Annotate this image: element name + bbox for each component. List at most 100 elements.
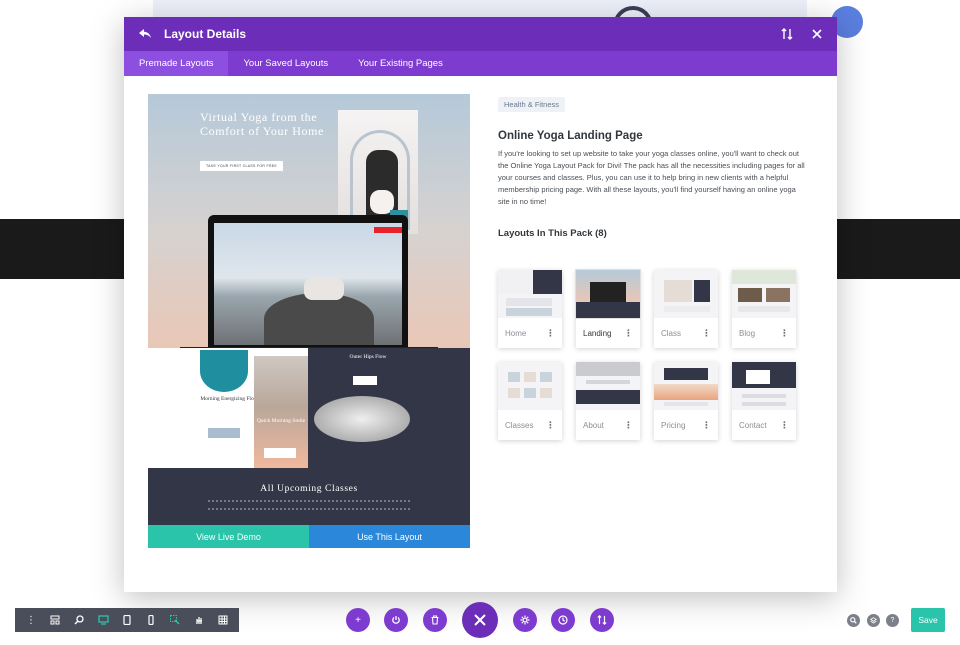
- save-button[interactable]: Save: [911, 608, 945, 632]
- view-mode-toolbar: ⋮: [15, 608, 167, 632]
- layout-card-blog[interactable]: Blog ⋮: [732, 270, 796, 348]
- layout-card-contact[interactable]: Contact ⋮: [732, 362, 796, 440]
- more-options-icon[interactable]: ⋮: [780, 421, 789, 430]
- wireframe-icon[interactable]: [43, 608, 67, 632]
- layout-thumbnail: [654, 270, 718, 318]
- preview-upcoming-text: [208, 500, 410, 510]
- preview-classes-section: Morning Energizing Flow Outer Hips Flow …: [148, 348, 470, 468]
- more-options-icon[interactable]: ⋮: [624, 421, 633, 430]
- sort-icon[interactable]: [779, 26, 795, 42]
- tab-your-saved-layouts[interactable]: Your Saved Layouts: [228, 51, 343, 76]
- layout-card-pricing[interactable]: Pricing ⋮: [654, 362, 718, 440]
- layout-card-about[interactable]: About ⋮: [576, 362, 640, 440]
- layout-thumbnail: [654, 362, 718, 410]
- category-tag[interactable]: Health & Fitness: [498, 97, 566, 112]
- settings-button[interactable]: [513, 608, 537, 632]
- more-options-icon[interactable]: ⋮: [546, 421, 555, 430]
- tab-premade-layouts[interactable]: Premade Layouts: [124, 51, 229, 76]
- layout-thumbnail: [575, 269, 641, 319]
- preview-yoga-person: [304, 278, 344, 300]
- preview-actions: View Live Demo Use This Layout: [148, 525, 470, 548]
- pack-title: Online Yoga Landing Page: [498, 130, 643, 142]
- layers-button[interactable]: [867, 614, 880, 627]
- add-icon: +: [355, 614, 361, 626]
- interaction-mode-toolbar: [159, 608, 239, 632]
- tab-your-existing-pages[interactable]: Your Existing Pages: [343, 51, 458, 76]
- add-button[interactable]: +: [346, 608, 370, 632]
- grab-mode-icon[interactable]: [187, 608, 211, 632]
- layout-card-home[interactable]: Home ⋮: [498, 270, 562, 348]
- preview-quick-title: Quick Morning Smile: [256, 418, 306, 424]
- preview-laptop-screen: [214, 223, 402, 345]
- power-button[interactable]: [384, 608, 408, 632]
- close-builder-button[interactable]: [462, 602, 498, 638]
- layout-card-label: Pricing: [661, 420, 686, 430]
- layout-card-classes[interactable]: Classes ⋮: [498, 362, 562, 440]
- pack-info: Health & Fitness Online Yoga Landing Pag…: [498, 94, 808, 239]
- layouts-grid: Home ⋮ Landing ⋮ Class ⋮ Blog ⋮ Classes …: [498, 269, 803, 440]
- more-options-icon[interactable]: ⋮: [624, 329, 633, 338]
- portability-button[interactable]: [590, 608, 614, 632]
- layout-thumbnail: [732, 270, 796, 318]
- preview-upcoming-section: All Upcoming Classes: [148, 468, 470, 526]
- zoom-icon[interactable]: [67, 608, 91, 632]
- layout-card-landing[interactable]: Landing ⋮: [575, 269, 641, 348]
- layout-card-label: About: [583, 420, 604, 430]
- modal-title: Layout Details: [164, 27, 247, 41]
- power-icon: [392, 616, 400, 624]
- layout-card-label: Blog: [739, 328, 756, 338]
- search-button[interactable]: [847, 614, 860, 627]
- modal-tabs: Premade Layouts Your Saved Layouts Your …: [124, 51, 837, 76]
- layout-details-modal: Layout Details Premade Layouts Your Save…: [124, 17, 837, 592]
- modal-header: Layout Details: [124, 17, 837, 51]
- trash-button[interactable]: [423, 608, 447, 632]
- more-options-icon[interactable]: ⋮: [702, 329, 711, 338]
- layout-card-label: Class: [661, 328, 682, 338]
- more-options-icon[interactable]: ⋮: [780, 329, 789, 338]
- preview-upcoming-title: All Upcoming Classes: [260, 484, 358, 494]
- history-icon: [558, 615, 568, 625]
- layers-icon: [870, 617, 877, 624]
- preview-quick-button: [264, 448, 296, 458]
- preview-rock: [264, 293, 374, 345]
- more-options-icon[interactable]: ⋮: [702, 421, 711, 430]
- help-button[interactable]: ?: [886, 614, 899, 627]
- layout-card-label: Landing: [583, 328, 612, 338]
- layout-thumbnail: [732, 362, 796, 410]
- preview-laptop: [208, 215, 408, 349]
- layout-card-label: Home: [505, 328, 527, 338]
- pack-description: If you're looking to set up website to t…: [498, 149, 805, 206]
- tablet-icon[interactable]: [115, 608, 139, 632]
- preview-oval-photo: [314, 396, 410, 442]
- more-options-icon[interactable]: ⋮: [546, 329, 555, 338]
- preview-morning-button: [208, 428, 240, 438]
- click-mode-icon[interactable]: [163, 608, 187, 632]
- close-icon[interactable]: [809, 26, 825, 42]
- grid-icon[interactable]: [211, 608, 235, 632]
- layouts-heading: Layouts In This Pack (8): [498, 228, 607, 239]
- help-icon: ?: [890, 617, 895, 624]
- trash-icon: [431, 615, 439, 625]
- layout-preview: Virtual Yoga from the Comfort of Your Ho…: [148, 94, 470, 548]
- preview-hero-section: Virtual Yoga from the Comfort of Your Ho…: [148, 94, 470, 353]
- more-icon[interactable]: ⋮: [19, 608, 43, 632]
- settings-icon: [520, 615, 530, 625]
- search-icon: [850, 617, 857, 624]
- view-live-demo-button[interactable]: View Live Demo: [148, 525, 309, 548]
- layout-thumbnail: [498, 270, 562, 318]
- layout-thumbnail: [498, 362, 562, 410]
- preview-teal-photo: [200, 350, 248, 392]
- sort-icon: [597, 615, 607, 625]
- preview-outer-hips-button: [353, 376, 377, 385]
- close-icon: [474, 614, 486, 626]
- history-button[interactable]: [551, 608, 575, 632]
- use-this-layout-button[interactable]: Use This Layout: [309, 525, 470, 548]
- layout-card-class[interactable]: Class ⋮: [654, 270, 718, 348]
- preview-dark-panel: Outer Hips Flow: [308, 348, 470, 468]
- layout-card-label: Contact: [739, 420, 767, 430]
- desktop-icon[interactable]: [91, 608, 115, 632]
- preview-headline: Virtual Yoga from the Comfort of Your Ho…: [200, 110, 325, 138]
- layout-thumbnail: [576, 362, 640, 410]
- back-arrow-icon[interactable]: [136, 25, 154, 43]
- preview-cta-button: TAKE YOUR FIRST CLASS FOR FREE: [200, 161, 284, 171]
